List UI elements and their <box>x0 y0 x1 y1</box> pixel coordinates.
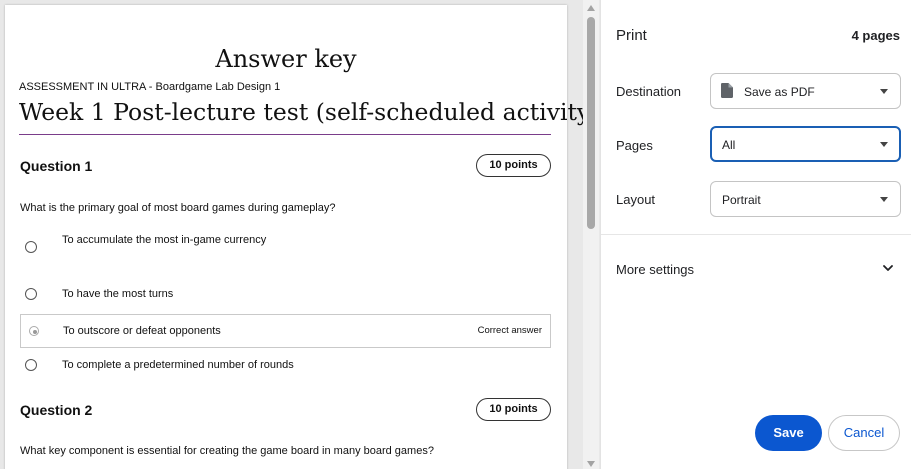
layout-select[interactable]: Portrait <box>710 181 901 217</box>
test-title: Week 1 Post-lecture test (self-scheduled… <box>19 98 600 126</box>
more-settings-toggle[interactable]: More settings <box>616 262 694 277</box>
chevron-down-icon <box>880 89 888 94</box>
question-1-text: What is the primary goal of most board g… <box>20 202 336 214</box>
question-2-text: What key component is essential for crea… <box>20 445 434 457</box>
question-2-label: Question 2 <box>20 402 93 418</box>
destination-select[interactable]: Save as PDF <box>710 73 901 109</box>
page-count: 4 pages <box>851 28 900 43</box>
pages-value: All <box>722 138 736 152</box>
question-1-points-badge: 10 points <box>476 154 551 177</box>
answer-option-text: To have the most turns <box>62 288 174 300</box>
radio-icon <box>25 359 37 371</box>
expand-chevron-icon[interactable] <box>882 262 894 274</box>
answer-option-correct: To outscore or defeat opponents Correct … <box>20 314 551 348</box>
chevron-down-icon <box>880 197 888 202</box>
scroll-down-arrow-icon[interactable] <box>587 461 595 467</box>
course-name: ASSESSMENT IN ULTRA - Boardgame Lab Desi… <box>19 81 281 93</box>
correct-answer-tag: Correct answer <box>477 325 542 336</box>
answer-option-text: To accumulate the most in-game currency <box>62 234 267 246</box>
radio-selected-icon <box>29 326 39 336</box>
chevron-down-icon <box>880 142 888 147</box>
pages-label: Pages <box>616 138 653 153</box>
preview-scrollbar[interactable] <box>583 0 599 469</box>
document-icon <box>721 83 733 98</box>
layout-value: Portrait <box>722 193 761 207</box>
answer-option-text: To outscore or defeat opponents <box>63 325 221 337</box>
scroll-up-arrow-icon[interactable] <box>587 5 595 11</box>
scrollbar-thumb[interactable] <box>587 17 595 229</box>
panel-divider <box>601 234 911 235</box>
preview-page: Answer key ASSESSMENT IN ULTRA - Boardga… <box>5 5 599 469</box>
answer-option: To complete a predetermined number of ro… <box>20 353 551 387</box>
layout-label: Layout <box>616 192 656 207</box>
print-title: Print <box>616 27 647 44</box>
radio-icon <box>25 288 37 300</box>
answer-option: To have the most turns <box>20 282 551 316</box>
document-heading: Answer key <box>215 45 357 73</box>
destination-value: Save as PDF <box>744 85 815 99</box>
title-divider <box>19 134 551 135</box>
destination-label: Destination <box>616 84 682 99</box>
save-button[interactable]: Save <box>755 415 822 451</box>
print-settings-panel: Print 4 pages Destination Save as PDF Pa… <box>600 0 911 469</box>
question-1-label: Question 1 <box>20 158 93 174</box>
print-preview-area: Answer key ASSESSMENT IN ULTRA - Boardga… <box>0 0 600 469</box>
answer-option: To accumulate the most in-game currency <box>20 230 551 264</box>
radio-icon <box>25 241 37 253</box>
pages-select[interactable]: All <box>710 126 901 162</box>
cancel-button[interactable]: Cancel <box>828 415 900 451</box>
answer-option-text: To complete a predetermined number of ro… <box>62 359 294 371</box>
question-2-points-badge: 10 points <box>476 398 551 421</box>
